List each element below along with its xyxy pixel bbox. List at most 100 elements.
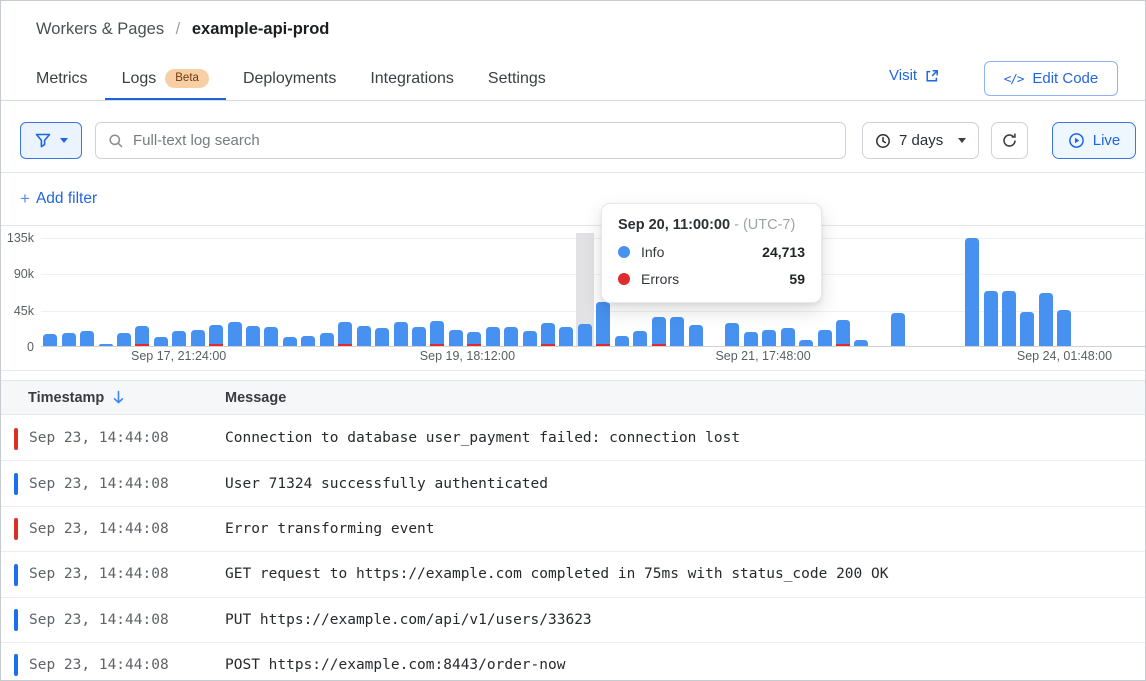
log-row[interactable]: Sep 23, 14:44:08Connection to database u…	[1, 416, 1146, 461]
refresh-button[interactable]	[991, 122, 1028, 159]
visit-link[interactable]: Visit	[889, 67, 939, 84]
chart-bar[interactable]	[96, 233, 114, 346]
funnel-icon	[35, 133, 51, 148]
play-circle-icon	[1068, 132, 1085, 149]
column-header-timestamp[interactable]: Timestamp	[28, 390, 125, 406]
log-row[interactable]: Sep 23, 14:44:08GET request to https://e…	[1, 552, 1146, 597]
chart-bar[interactable]	[391, 233, 409, 346]
column-header-message: Message	[225, 390, 286, 406]
chart-bar[interactable]	[465, 233, 483, 346]
log-message: Error transforming event	[225, 507, 435, 551]
time-range-dropdown[interactable]: 7 days	[862, 122, 979, 159]
log-row[interactable]: Sep 23, 14:44:08PUT https://example.com/…	[1, 598, 1146, 643]
edit-code-button[interactable]: </> Edit Code	[984, 61, 1118, 96]
chart-bar[interactable]	[336, 233, 354, 346]
log-timestamp: Sep 23, 14:44:08	[29, 643, 169, 680]
tab-integrations[interactable]: Integrations	[353, 59, 471, 100]
bar-info-segment	[578, 324, 592, 346]
tab-settings[interactable]: Settings	[471, 59, 563, 100]
chart-bar[interactable]	[170, 233, 188, 346]
chart-bar[interactable]	[889, 233, 907, 346]
severity-marker-error	[14, 518, 18, 540]
filter-toolbar: 7 days Live	[1, 101, 1146, 173]
tooltip-errors-label: Errors	[641, 271, 679, 287]
chart-bar[interactable]	[115, 233, 133, 346]
log-row[interactable]: Sep 23, 14:44:08User 71324 successfully …	[1, 461, 1146, 506]
chart-bar[interactable]	[133, 233, 151, 346]
chart-bar[interactable]	[59, 233, 77, 346]
tab-logs[interactable]: LogsBeta	[105, 59, 226, 100]
bar-info-segment	[1002, 291, 1016, 346]
chart-bar[interactable]	[926, 233, 944, 346]
external-link-icon	[925, 69, 939, 83]
chart-bar[interactable]	[1037, 233, 1055, 346]
chart-bar[interactable]	[410, 233, 428, 346]
chart-bar[interactable]	[944, 233, 962, 346]
chart-bar[interactable]	[1055, 233, 1073, 346]
tab-label: Integrations	[370, 70, 454, 88]
chart-bar[interactable]	[152, 233, 170, 346]
chart-bar[interactable]	[1018, 233, 1036, 346]
chart-bar[interactable]	[354, 233, 372, 346]
chart-bar[interactable]	[502, 233, 520, 346]
bar-info-segment	[670, 317, 684, 346]
bar-info-segment	[283, 337, 297, 346]
search-input[interactable]	[133, 132, 833, 149]
tooltip-time: Sep 20, 11:00:00	[618, 217, 730, 233]
bar-column	[744, 332, 758, 346]
chart-bar[interactable]	[576, 233, 594, 346]
tooltip-separator: -	[734, 217, 739, 233]
chart-bar[interactable]	[1092, 233, 1110, 346]
chart-bar[interactable]	[281, 233, 299, 346]
bar-info-segment	[689, 325, 703, 346]
chart-bar[interactable]	[447, 233, 465, 346]
chart-bar[interactable]	[539, 233, 557, 346]
chart-bar[interactable]	[318, 233, 336, 346]
chart-bar[interactable]	[1110, 233, 1128, 346]
chart-bar[interactable]	[1074, 233, 1092, 346]
chart-bar[interactable]	[244, 233, 262, 346]
bar-info-segment	[449, 330, 463, 346]
log-row[interactable]: Sep 23, 14:44:08POST https://example.com…	[1, 643, 1146, 680]
tab-metrics[interactable]: Metrics	[19, 59, 105, 100]
filter-menu-button[interactable]	[20, 122, 82, 159]
chart-bar[interactable]	[1129, 233, 1146, 346]
chart-bar[interactable]	[373, 233, 391, 346]
add-filter-row: + Add filter	[1, 173, 1146, 226]
chart-bar[interactable]	[520, 233, 538, 346]
chart-bar[interactable]	[225, 233, 243, 346]
tab-deployments[interactable]: Deployments	[226, 59, 353, 100]
beta-badge: Beta	[165, 69, 209, 88]
chart-bar[interactable]	[908, 233, 926, 346]
timestamp-header-label: Timestamp	[28, 390, 104, 406]
chart-bar[interactable]	[963, 233, 981, 346]
bar-info-segment	[338, 322, 352, 344]
chart-bar[interactable]	[78, 233, 96, 346]
chart-bar[interactable]	[189, 233, 207, 346]
chart-bar[interactable]	[871, 233, 889, 346]
chart-bar[interactable]	[428, 233, 446, 346]
chart-bar[interactable]	[557, 233, 575, 346]
chart-bar[interactable]	[981, 233, 999, 346]
y-axis-tick: 135k	[1, 231, 34, 245]
live-button[interactable]: Live	[1052, 122, 1136, 159]
chart-bar[interactable]	[299, 233, 317, 346]
chart-bar[interactable]	[834, 233, 852, 346]
chart-bar[interactable]	[852, 233, 870, 346]
chart-bar[interactable]	[41, 233, 59, 346]
bar-column	[523, 331, 537, 346]
add-filter-button[interactable]: + Add filter	[20, 189, 97, 209]
chart-bar[interactable]	[484, 233, 502, 346]
table-header: Timestamp Message	[1, 380, 1146, 415]
bar-column	[1020, 312, 1034, 346]
tooltip-info-value: 24,713	[762, 244, 805, 260]
chart-bar[interactable]	[262, 233, 280, 346]
log-row[interactable]: Sep 23, 14:44:08Error transforming event	[1, 507, 1146, 552]
bar-column	[209, 325, 223, 346]
chart-bar[interactable]	[1000, 233, 1018, 346]
bar-info-segment	[836, 320, 850, 344]
bar-column	[541, 323, 555, 346]
bar-errors-segment	[430, 344, 444, 346]
breadcrumb-workers-pages[interactable]: Workers & Pages	[36, 20, 164, 38]
chart-bar[interactable]	[207, 233, 225, 346]
